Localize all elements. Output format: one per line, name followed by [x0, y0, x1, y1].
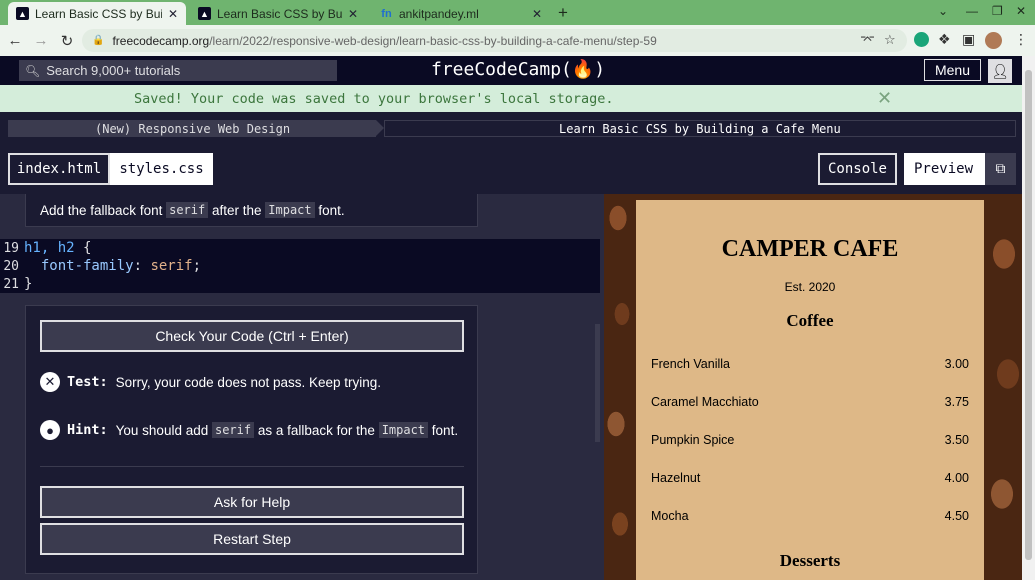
browser-toolbar: ← → ↻ 🔒 freecodecamp.org/learn/2022/resp…: [0, 25, 1035, 56]
close-icon[interactable]: ✕: [877, 88, 892, 109]
restart-step-button[interactable]: Restart Step: [40, 523, 464, 555]
cafe-title: CAMPER CAFE: [721, 236, 899, 262]
breadcrumb-project[interactable]: Learn Basic CSS by Building a Cafe Menu: [384, 120, 1016, 137]
cafe-established: Est. 2020: [784, 280, 836, 294]
divider: [40, 466, 464, 467]
list-item: Hazelnut 4.00: [651, 471, 969, 485]
fcc-favicon-icon: ▲: [198, 7, 211, 20]
list-item: Pumpkin Spice 3.50: [651, 433, 969, 447]
close-window-icon[interactable]: ✕: [1016, 4, 1026, 18]
side-panel-icon[interactable]: ▣: [962, 31, 975, 48]
tab-search-chevron-icon[interactable]: ⌄: [938, 4, 948, 18]
forward-icon[interactable]: →: [30, 32, 52, 49]
new-tab-icon[interactable]: +: [558, 3, 568, 23]
close-tab-icon[interactable]: ✕: [348, 7, 358, 21]
search-icon: 🔍︎: [25, 63, 41, 78]
browser-tab-2[interactable]: ▲ Learn Basic CSS by Building ✕: [190, 2, 366, 25]
share-icon[interactable]: ⌤: [860, 32, 875, 48]
minimize-icon[interactable]: —: [966, 4, 978, 18]
list-item: Mocha 4.50: [651, 509, 969, 523]
section-desserts: Desserts: [779, 551, 841, 570]
back-icon[interactable]: ←: [4, 32, 26, 49]
page-scrollbar[interactable]: [1022, 56, 1035, 580]
step-instructions: Add the fallback font serif after the Im…: [25, 194, 478, 227]
lightbulb-icon: ●: [40, 420, 60, 440]
preview-button[interactable]: Preview ⧉: [904, 153, 1016, 185]
search-input[interactable]: 🔍︎ Search 9,000+ tutorials: [19, 60, 337, 81]
code-line[interactable]: 20 font-family: serif;: [0, 257, 600, 275]
list-item: Caramel Macchiato 3.75: [651, 395, 969, 409]
tab-styles-css[interactable]: styles.css: [110, 153, 213, 185]
hint-message: ● Hint: You should add serif as a fallba…: [40, 420, 458, 440]
tab-index-html[interactable]: index.html: [8, 153, 110, 185]
fcc-navbar: 🔍︎ Search 9,000+ tutorials freeCodeCamp(…: [0, 56, 1022, 85]
editor-pane: Add the fallback font serif after the Im…: [0, 194, 602, 580]
fcc-favicon-icon: ▲: [16, 7, 29, 20]
test-result: ✕ Test: Sorry, your code does not pass. …: [40, 372, 381, 392]
extensions-puzzle-icon[interactable]: ❖: [938, 31, 951, 48]
bookmark-star-icon[interactable]: ☆: [884, 32, 896, 48]
address-bar[interactable]: 🔒 freecodecamp.org/learn/2022/responsive…: [82, 29, 907, 52]
code-line[interactable]: 21 }: [0, 275, 600, 293]
scrollbar-thumb[interactable]: [1025, 70, 1032, 560]
save-flash-message: Saved! Your code was saved to your brows…: [0, 85, 1022, 112]
browser-tab-1[interactable]: ▲ Learn Basic CSS by Building ✕: [8, 2, 186, 25]
preview-pane: CAMPER CAFE Est. 2020 Coffee French Vani…: [602, 194, 1022, 580]
test-panel: Check Your Code (Ctrl + Enter) ✕ Test: S…: [25, 305, 478, 574]
menu-button[interactable]: Menu: [924, 59, 981, 81]
close-tab-icon[interactable]: ✕: [532, 7, 542, 21]
external-link-icon[interactable]: ⧉: [985, 153, 1016, 185]
cafe-menu: CAMPER CAFE Est. 2020 Coffee French Vani…: [636, 200, 984, 580]
chrome-menu-icon[interactable]: ⋮: [1014, 31, 1028, 48]
site-favicon-icon: fn: [381, 7, 392, 20]
breadcrumb-certification[interactable]: (New) Responsive Web Design: [8, 120, 384, 137]
extension-grammarly-icon[interactable]: [914, 32, 929, 47]
breadcrumb: (New) Responsive Web Design Learn Basic …: [0, 112, 1022, 144]
code-line[interactable]: 19 h1, h2 {: [0, 239, 600, 257]
ask-for-help-button[interactable]: Ask for Help: [40, 486, 464, 518]
fcc-logo[interactable]: freeCodeCamp(🔥): [431, 59, 605, 80]
browser-tab-strip: ▲ Learn Basic CSS by Building ✕ ▲ Learn …: [0, 0, 1035, 25]
code-editor[interactable]: 19 h1, h2 { 20 font-family: serif; 21 }: [0, 239, 600, 293]
browser-tab-3[interactable]: fn ankitpandey.ml ✕: [372, 2, 550, 25]
user-avatar-icon[interactable]: 👤︎: [988, 59, 1012, 83]
section-coffee: Coffee: [786, 311, 834, 330]
reload-icon[interactable]: ↻: [56, 32, 78, 50]
editor-tab-bar: index.html styles.css Console Preview ⧉: [0, 144, 1022, 194]
check-code-button[interactable]: Check Your Code (Ctrl + Enter): [40, 320, 464, 352]
close-tab-icon[interactable]: ✕: [168, 7, 178, 21]
restore-icon[interactable]: ❐: [992, 4, 1003, 18]
fail-x-icon: ✕: [40, 372, 60, 392]
lock-icon: 🔒: [92, 35, 105, 46]
editor-scrollbar[interactable]: [595, 324, 600, 442]
profile-avatar-icon[interactable]: [985, 32, 1002, 49]
console-button[interactable]: Console: [818, 153, 897, 185]
list-item: French Vanilla 3.00: [651, 357, 969, 371]
